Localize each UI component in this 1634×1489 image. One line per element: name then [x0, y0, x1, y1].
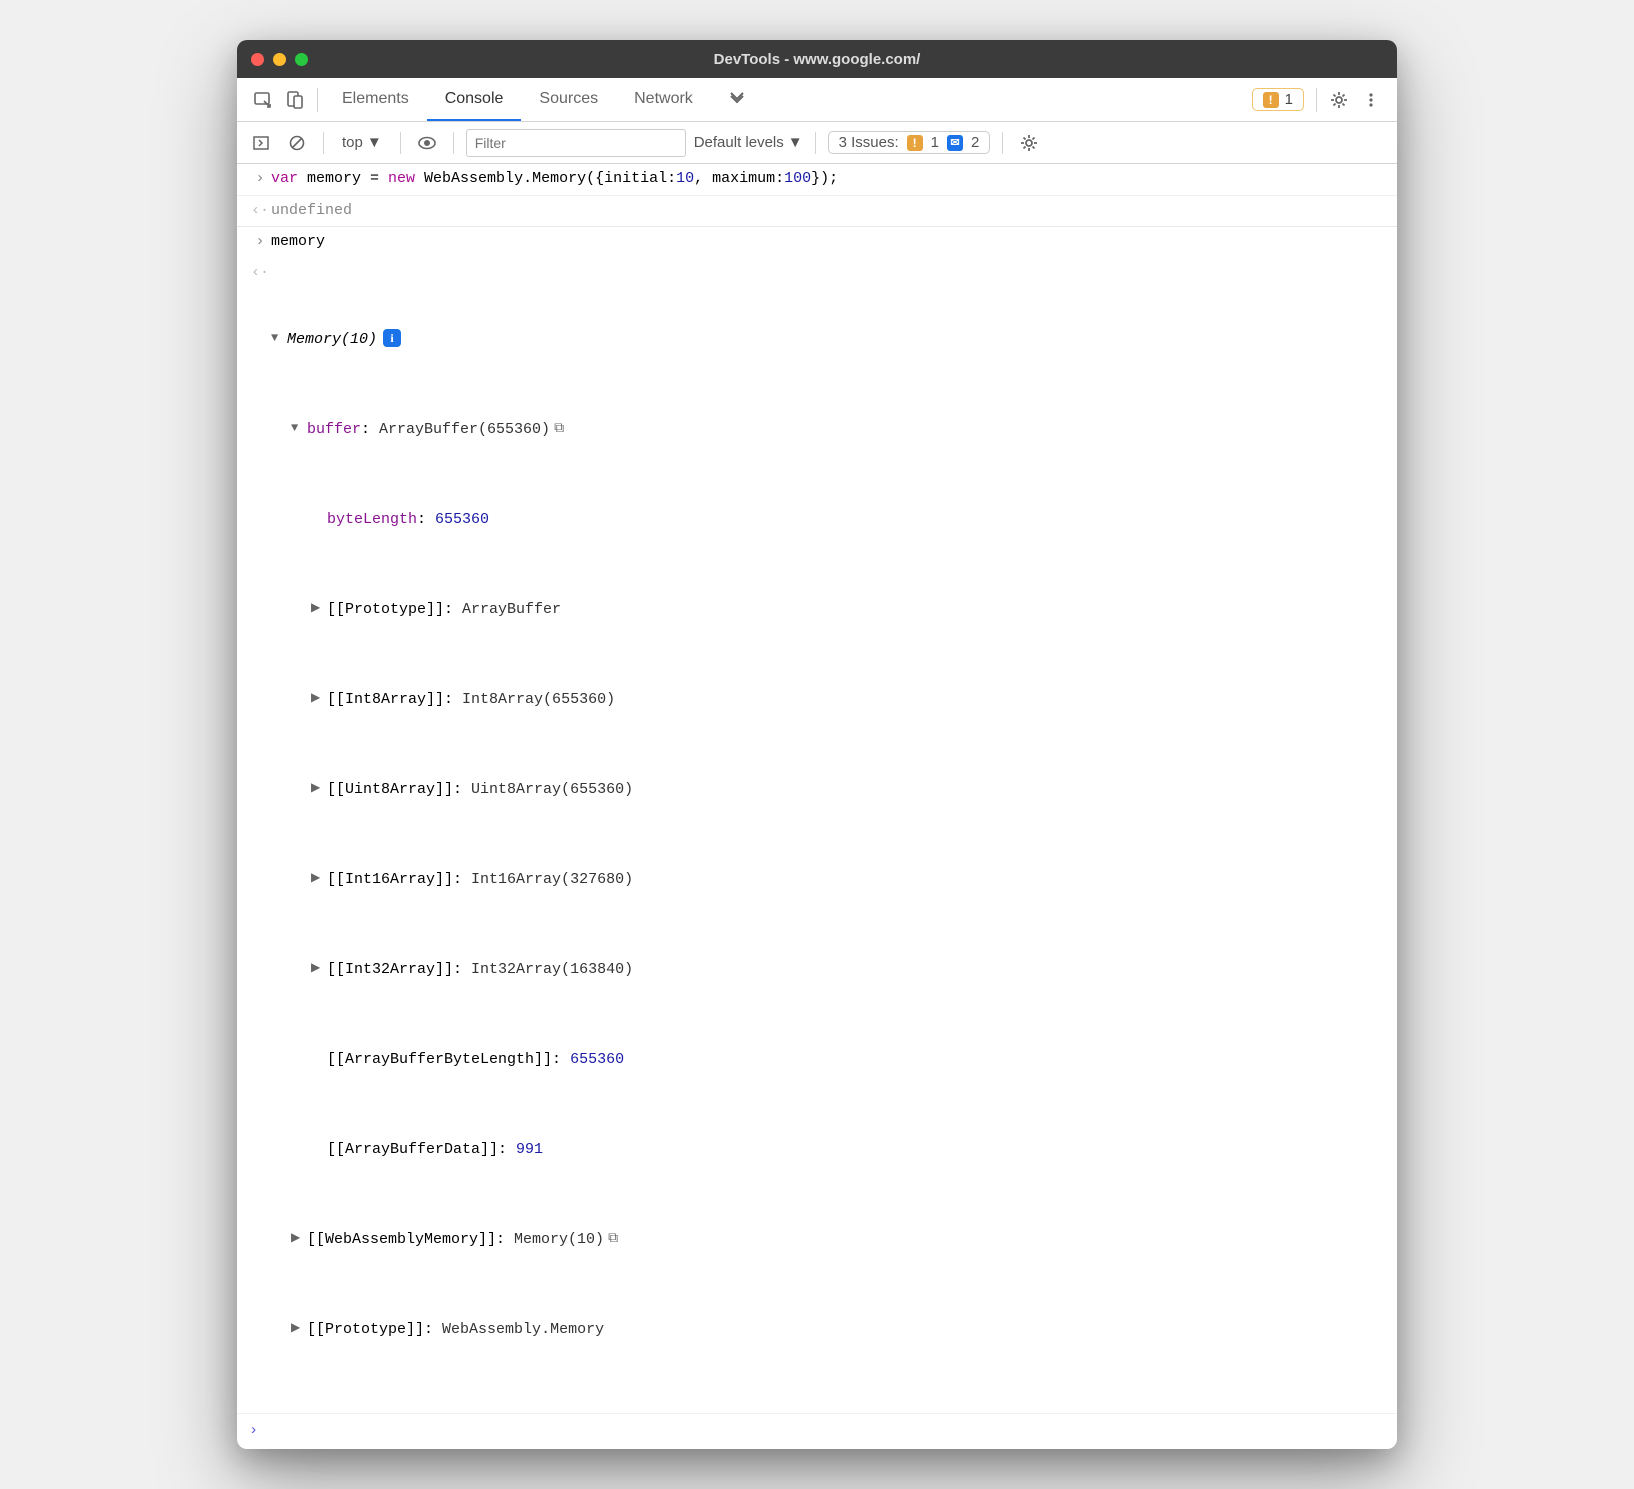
- tree-node-memory[interactable]: ▼Memory(10) i: [271, 329, 1385, 352]
- tree-node-uint8array[interactable]: ▶[[Uint8Array]]: Uint8Array(655360): [271, 779, 1385, 802]
- warnings-count: 1: [1285, 91, 1293, 108]
- panel-tabs: Elements Console Sources Network: [324, 78, 763, 121]
- console-toolbar: top ▼ Default levels ▼ 3 Issues: ! 1 ✉ 2: [237, 122, 1397, 164]
- issues-info-count: 2: [971, 134, 979, 151]
- issues-label: 3 Issues:: [839, 134, 899, 151]
- info-badge-icon[interactable]: i: [383, 329, 401, 347]
- memory-inspector-icon[interactable]: ⧉: [608, 1229, 618, 1250]
- divider: [1316, 88, 1317, 112]
- console-output-row: ‹· undefined: [237, 196, 1397, 228]
- zoom-button[interactable]: [295, 53, 308, 66]
- prompt-marker-icon: ›: [249, 1422, 258, 1439]
- issues-indicator[interactable]: 3 Issues: ! 1 ✉ 2: [828, 131, 991, 154]
- console-input-row[interactable]: › var memory = new WebAssembly.Memory({i…: [237, 164, 1397, 196]
- tab-more[interactable]: [711, 78, 763, 121]
- warnings-badge[interactable]: ! 1: [1252, 88, 1304, 111]
- chevron-down-icon: ▼: [367, 134, 382, 151]
- console-code: memory: [271, 231, 1385, 254]
- console-code: var memory = new WebAssembly.Memory({ini…: [271, 168, 1385, 191]
- inspect-icon[interactable]: [247, 84, 279, 116]
- console-settings-icon[interactable]: [1015, 129, 1043, 157]
- expand-arrow-icon[interactable]: ▼: [291, 419, 303, 437]
- issues-warn-count: 1: [931, 134, 939, 151]
- console-result-row: ‹· ▼Memory(10)i ▼buffer: ArrayBuffer(655…: [237, 258, 1397, 1415]
- more-menu-icon[interactable]: [1355, 84, 1387, 116]
- memory-inspector-icon[interactable]: ⧉: [554, 419, 564, 440]
- devtools-window: DevTools - www.google.com/ Elements Cons…: [237, 40, 1397, 1449]
- console-output: › var memory = new WebAssembly.Memory({i…: [237, 164, 1397, 1449]
- titlebar: DevTools - www.google.com/: [237, 40, 1397, 78]
- devtools-tabbar: Elements Console Sources Network ! 1: [237, 78, 1397, 122]
- object-tree[interactable]: ▼Memory(10)i ▼buffer: ArrayBuffer(655360…: [271, 262, 1385, 1410]
- tab-network[interactable]: Network: [616, 78, 711, 121]
- expand-arrow-icon[interactable]: ▶: [291, 1229, 303, 1247]
- tree-node-webassembly-memory[interactable]: ▶[[WebAssemblyMemory]]: Memory(10)⧉: [271, 1229, 1385, 1252]
- input-marker-icon: ›: [249, 231, 271, 254]
- log-levels-selector[interactable]: Default levels ▼: [694, 134, 803, 151]
- divider: [317, 88, 318, 112]
- info-icon: ✉: [947, 135, 963, 151]
- context-selector[interactable]: top ▼: [336, 134, 388, 151]
- expand-arrow-icon[interactable]: ▼: [271, 329, 283, 347]
- expand-arrow-icon[interactable]: ▶: [311, 689, 323, 707]
- tree-node-bytelength[interactable]: ▶byteLength: 655360: [271, 509, 1385, 532]
- input-marker-icon: ›: [249, 168, 271, 191]
- expand-arrow-icon[interactable]: ▶: [311, 869, 323, 887]
- minimize-button[interactable]: [273, 53, 286, 66]
- tree-node-arraybuffer-data[interactable]: ▶[[ArrayBufferData]]: 991: [271, 1139, 1385, 1162]
- chevron-down-icon: ▼: [788, 134, 803, 151]
- tab-elements[interactable]: Elements: [324, 78, 427, 121]
- context-label: top: [342, 134, 363, 151]
- clear-console-icon[interactable]: [283, 129, 311, 157]
- tree-node-int32array[interactable]: ▶[[Int32Array]]: Int32Array(163840): [271, 959, 1385, 982]
- console-prompt[interactable]: ›: [237, 1414, 1397, 1449]
- warning-icon: !: [1263, 92, 1279, 108]
- output-marker-icon: ‹·: [249, 200, 271, 223]
- tree-node-int8array[interactable]: ▶[[Int8Array]]: Int8Array(655360): [271, 689, 1385, 712]
- live-expression-icon[interactable]: [413, 129, 441, 157]
- divider: [453, 132, 454, 154]
- expand-arrow-icon[interactable]: ▶: [311, 599, 323, 617]
- traffic-lights: [251, 53, 308, 66]
- sidebar-toggle-icon[interactable]: [247, 129, 275, 157]
- filter-input[interactable]: [466, 129, 686, 157]
- window-title: DevTools - www.google.com/: [237, 51, 1397, 68]
- device-toggle-icon[interactable]: [279, 84, 311, 116]
- tree-node-arraybuffer-bytelength[interactable]: ▶[[ArrayBufferByteLength]]: 655360: [271, 1049, 1385, 1072]
- divider: [1002, 132, 1003, 154]
- tree-node-buffer[interactable]: ▼buffer: ArrayBuffer(655360)⧉: [271, 419, 1385, 442]
- levels-label: Default levels: [694, 134, 784, 151]
- tab-sources[interactable]: Sources: [521, 78, 616, 121]
- object-class: Memory(10): [287, 329, 377, 352]
- close-button[interactable]: [251, 53, 264, 66]
- expand-arrow-icon[interactable]: ▶: [291, 1319, 303, 1337]
- expand-arrow-icon[interactable]: ▶: [311, 959, 323, 977]
- console-input-row[interactable]: › memory: [237, 227, 1397, 258]
- tree-node-prototype[interactable]: ▶[[Prototype]]: WebAssembly.Memory: [271, 1319, 1385, 1342]
- expand-arrow-icon[interactable]: ▶: [311, 779, 323, 797]
- tab-console[interactable]: Console: [427, 78, 522, 121]
- output-marker-icon: ‹·: [249, 262, 271, 1410]
- tree-node-int16array[interactable]: ▶[[Int16Array]]: Int16Array(327680): [271, 869, 1385, 892]
- settings-icon[interactable]: [1323, 84, 1355, 116]
- divider: [815, 132, 816, 154]
- warning-icon: !: [907, 135, 923, 151]
- tree-node-prototype[interactable]: ▶[[Prototype]]: ArrayBuffer: [271, 599, 1385, 622]
- divider: [400, 132, 401, 154]
- undefined-result: undefined: [271, 200, 1385, 223]
- divider: [323, 132, 324, 154]
